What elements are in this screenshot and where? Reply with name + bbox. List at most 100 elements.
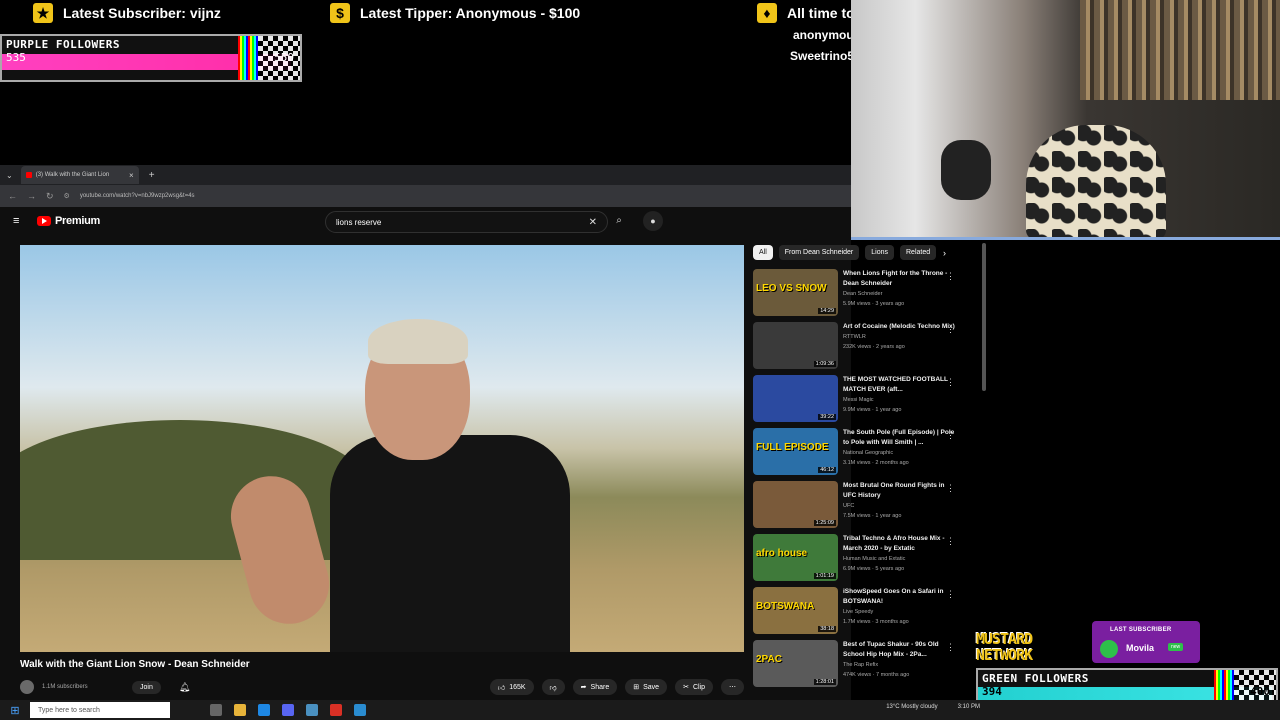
recommendation-title[interactable]: Most Brutal One Round Fights in UFC Hist… xyxy=(843,481,955,501)
more-vert-icon[interactable]: ⋮ xyxy=(946,589,955,600)
thumbs-up-icon: 👍︎ xyxy=(497,684,506,692)
more-vert-icon[interactable]: ⋮ xyxy=(946,271,955,282)
video-thumbnail[interactable]: 1:09:36 xyxy=(753,322,838,369)
recommendation-channel[interactable]: Live Speedy xyxy=(843,607,955,617)
recommendation-channel[interactable]: Dean Schneider xyxy=(843,289,955,299)
browser-tab[interactable]: (3) Walk with the Giant Lion × xyxy=(20,166,139,184)
youtube-play-icon xyxy=(37,216,51,226)
url-field[interactable]: youtube.com/watch?v=nbJ9wzp2wsg&t=4s xyxy=(80,193,195,199)
video-actions: 1.1M subscribers Join 🔔︎ 👍︎ 165K 👎︎ ➦ Sh… xyxy=(20,679,744,695)
chip-from-dean-schneider[interactable]: From Dean Schneider xyxy=(778,245,860,260)
recommendation-title[interactable]: Best of Tupac Shakur - 90s Old School Hi… xyxy=(843,640,955,660)
share-button[interactable]: ➦ Share xyxy=(572,679,618,695)
recommendation-channel[interactable]: National Geographic xyxy=(843,448,955,458)
file-explorer-icon[interactable] xyxy=(234,704,246,716)
more-vert-icon[interactable]: ⋮ xyxy=(946,642,955,653)
steam-icon[interactable] xyxy=(306,704,318,716)
site-info-icon[interactable]: ⚙ xyxy=(64,192,70,200)
recommendation-item[interactable]: 39:22 THE MOST WATCHED FOOTBALL MATCH EVE… xyxy=(753,375,963,428)
more-vert-icon[interactable]: ⋮ xyxy=(946,430,955,441)
pinned-apps xyxy=(210,704,366,716)
video-thumbnail[interactable]: BOTSWANA 38:18 xyxy=(753,587,838,634)
recommendation-item[interactable]: afro house 1:01:19 Tribal Techno & Afro Ho… xyxy=(753,534,963,587)
join-button[interactable]: Join xyxy=(132,680,161,694)
recommendation-item[interactable]: 1:09:36 Art of Cocaine (Melodic Techno Mi… xyxy=(753,322,963,375)
close-tab-icon[interactable]: × xyxy=(129,171,134,180)
video-player[interactable] xyxy=(20,245,744,652)
video-thumbnail[interactable]: 2PAC 1:28:01 xyxy=(753,640,838,687)
obs-icon[interactable] xyxy=(330,704,342,716)
recommendation-item[interactable]: LEO VS SNOW 14:29 When Lions Fight for the… xyxy=(753,269,963,322)
recommendation-title[interactable]: Art of Cocaine (Melodic Techno Mix) xyxy=(843,322,955,332)
clip-button[interactable]: ✂ Clip xyxy=(675,679,713,695)
recommendation-channel[interactable]: The Rap Refix xyxy=(843,660,955,670)
last-subscriber-card: LAST SUBSCRIBER Movila new xyxy=(1092,621,1200,663)
recommendation-item[interactable]: FULL EPISODE 46:12 The South Pole (Full Ep… xyxy=(753,428,963,481)
save-button[interactable]: ⊞ Save xyxy=(625,679,668,695)
like-button[interactable]: 👍︎ 165K xyxy=(489,679,534,695)
recommendation-channel[interactable]: Messi Magic xyxy=(843,395,955,405)
chip-related[interactable]: Related xyxy=(900,245,937,260)
video-duration: 46:12 xyxy=(818,467,836,473)
goal-max: 400 xyxy=(1250,685,1270,698)
more-vert-icon[interactable]: ⋮ xyxy=(946,377,955,388)
voice-search-icon[interactable]: ● xyxy=(643,211,663,231)
recommendation-channel[interactable]: RTTWLR xyxy=(843,332,955,342)
video-subject xyxy=(221,305,570,652)
bell-icon[interactable]: 🔔︎ xyxy=(179,682,190,693)
more-vert-icon[interactable]: ⋮ xyxy=(946,483,955,494)
chevron-right-icon[interactable]: › xyxy=(943,248,946,258)
video-thumbnail[interactable]: 1:25:09 xyxy=(753,481,838,528)
recommendation-meta: 232K views · 2 years ago xyxy=(843,344,905,350)
tab-list-icon[interactable]: ⌄ xyxy=(6,171,13,180)
search-input[interactable] xyxy=(336,217,576,227)
windows-start-icon[interactable]: ⊞ xyxy=(0,700,30,720)
recommendation-title[interactable]: When Lions Fight for the Throne - Dean S… xyxy=(843,269,955,289)
chip-all[interactable]: All xyxy=(753,245,773,260)
video-thumbnail[interactable]: LEO VS SNOW 14:29 xyxy=(753,269,838,316)
video-thumbnail[interactable]: afro house 1:01:19 xyxy=(753,534,838,581)
telegram-icon[interactable] xyxy=(354,704,366,716)
video-duration: 39:22 xyxy=(818,414,836,420)
more-actions-icon[interactable]: ⋯ xyxy=(721,679,744,695)
chrome-icon[interactable] xyxy=(258,704,270,716)
weather-status[interactable]: 13°C Mostly cloudy xyxy=(886,704,937,710)
share-icon: ➦ xyxy=(580,684,587,691)
recommendation-item[interactable]: 2PAC 1:28:01 Best of Tupac Shakur - 90s Ol… xyxy=(753,640,963,693)
dislike-button[interactable]: 👎︎ xyxy=(541,679,565,695)
recommendation-channel[interactable]: UFC xyxy=(843,501,955,511)
recommendation-title[interactable]: The South Pole (Full Episode) | Pole to … xyxy=(843,428,955,448)
search-box: ✕ xyxy=(325,211,608,233)
back-icon[interactable]: ← xyxy=(8,191,17,201)
scissors-icon: ✂ xyxy=(683,684,689,691)
task-view-icon[interactable] xyxy=(210,704,222,716)
taskbar-search[interactable]: Type here to search xyxy=(30,702,170,718)
video-duration: 38:18 xyxy=(818,626,836,632)
recommendation-item[interactable]: BOTSWANA 38:18 iShowSpeed Goes On a Safari… xyxy=(753,587,963,640)
new-tab-button[interactable]: + xyxy=(149,170,155,181)
recommendation-item[interactable]: 1:25:09 Most Brutal One Round Fights in U… xyxy=(753,481,963,534)
more-vert-icon[interactable]: ⋮ xyxy=(946,324,955,335)
more-vert-icon[interactable]: ⋮ xyxy=(946,536,955,547)
video-thumbnail[interactable]: 39:22 xyxy=(753,375,838,422)
menu-icon[interactable]: ≡ xyxy=(13,216,23,227)
clear-search-icon[interactable]: ✕ xyxy=(589,217,597,228)
video-thumbnail[interactable]: FULL EPISODE 46:12 xyxy=(753,428,838,475)
search-icon[interactable]: ⌕ xyxy=(610,212,628,230)
reload-icon[interactable]: ↻ xyxy=(46,191,54,202)
recommendation-title[interactable]: iShowSpeed Goes On a Safari in BOTSWANA! xyxy=(843,587,955,607)
like-count: 165K xyxy=(509,683,526,691)
chip-lions[interactable]: Lions xyxy=(865,245,894,260)
goal-title: PURPLE FOLLOWERS xyxy=(6,38,120,51)
recommendation-title[interactable]: THE MOST WATCHED FOOTBALL MATCH EVER (af… xyxy=(843,375,955,395)
forward-icon[interactable]: → xyxy=(27,191,36,201)
windows-taskbar: ⊞ Type here to search 13°C Mostly cloudy… xyxy=(0,700,1280,720)
browser-window: ⌄ (3) Walk with the Giant Lion × + ← → ↻… xyxy=(0,165,851,705)
scrollbar[interactable] xyxy=(982,243,986,391)
recommendation-channel[interactable]: Human Music and Extatic xyxy=(843,554,955,564)
channel-avatar[interactable] xyxy=(20,680,34,694)
recommendation-title[interactable]: Tribal Techno & Afro House Mix - March 2… xyxy=(843,534,955,554)
discord-icon[interactable] xyxy=(282,704,294,716)
clock[interactable]: 3:10 PM xyxy=(958,704,980,710)
youtube-logo[interactable]: Premium xyxy=(37,215,100,227)
